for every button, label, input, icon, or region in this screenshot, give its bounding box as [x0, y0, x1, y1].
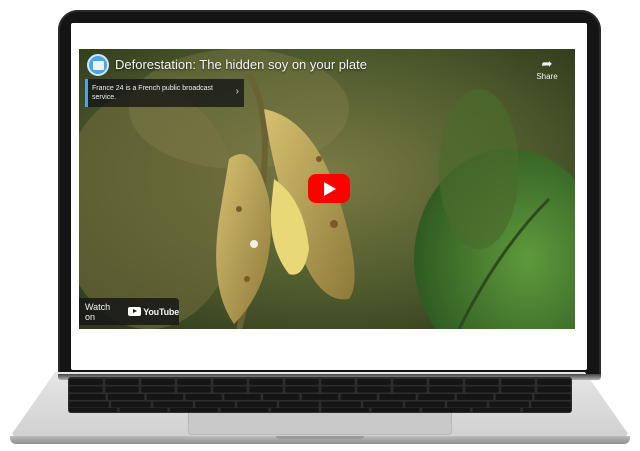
keyboard-key: [321, 386, 355, 393]
watch-on-youtube-button[interactable]: Watch on YouTube: [79, 298, 179, 325]
keyboard-key: [141, 386, 175, 393]
keyboard-key: [456, 394, 494, 400]
keyboard-key: [249, 386, 283, 393]
keyboard-key: [213, 386, 247, 393]
keyboard-key: [177, 379, 211, 385]
youtube-wordmark: YouTube: [143, 306, 179, 317]
share-label: Share: [536, 72, 558, 81]
keyboard-key: [429, 386, 463, 393]
share-button[interactable]: ➦ Share: [533, 56, 561, 82]
keyboard-key: [153, 401, 193, 408]
keyboard-key: [69, 379, 103, 385]
keyboard-key: [237, 401, 277, 408]
keyboard-key: [69, 394, 106, 400]
video-title[interactable]: Deforestation: The hidden soy on your pl…: [115, 57, 367, 72]
chevron-right-icon: ›: [235, 86, 239, 97]
keyboard-key: [393, 386, 427, 393]
keyboard-key: [213, 379, 247, 385]
keyboard-key: [107, 394, 145, 400]
keyboard-key: [301, 394, 339, 400]
laptop-screen: Deforestation: The hidden soy on your pl…: [71, 23, 587, 370]
keyboard-key: [220, 408, 269, 412]
watch-on-label: Watch on: [85, 301, 111, 322]
france24-logo-icon[interactable]: [87, 54, 109, 76]
keyboard-key: [224, 394, 261, 400]
keyboard-key: [285, 379, 319, 385]
keyboard-key: [321, 401, 361, 408]
keyboard-key: [111, 401, 151, 408]
keyboard-key: [357, 386, 391, 393]
laptop-notch: [276, 436, 364, 439]
keyboard: [68, 377, 572, 413]
keyboard-key: [495, 394, 533, 400]
keyboard-key: [321, 408, 370, 412]
keyboard-key: [195, 401, 235, 408]
keyboard-key: [465, 379, 499, 385]
keyboard-key: [501, 379, 535, 385]
keyboard-key: [537, 386, 571, 393]
share-arrow-icon: ➦: [541, 56, 553, 71]
keyboard-key: [371, 408, 420, 412]
keyboard-key: [534, 394, 571, 400]
keyboard-key: [522, 408, 571, 412]
keyboard-key: [69, 408, 118, 412]
youtube-logo-icon: YouTube: [128, 307, 179, 317]
keyboard-key: [146, 394, 184, 400]
keyboard-key: [501, 386, 535, 393]
keyboard-key: [357, 379, 391, 385]
keyboard-key: [263, 394, 300, 400]
keyboard-key: [537, 379, 571, 385]
keyboard-key: [185, 394, 222, 400]
keyboard-key: [141, 379, 175, 385]
keyboard-key: [170, 408, 218, 412]
play-icon: [324, 182, 336, 196]
keyboard-key: [321, 379, 355, 385]
keyboard-key: [422, 408, 470, 412]
keyboard-key: [270, 408, 319, 412]
keyboard-key: [119, 408, 168, 412]
keyboard-key: [340, 394, 377, 400]
keyboard-key: [393, 379, 427, 385]
keyboard-key: [69, 401, 109, 408]
keyboard-key: [418, 394, 455, 400]
keyboard-key: [489, 401, 529, 408]
keyboard-key: [177, 386, 211, 393]
keyboard-key: [249, 379, 283, 385]
laptop-lid: Deforestation: The hidden soy on your pl…: [58, 10, 601, 377]
keyboard-key: [405, 401, 445, 408]
keyboard-key: [447, 401, 487, 408]
play-button[interactable]: [308, 174, 350, 203]
info-panel-text: France 24 is a French public broadcast s…: [92, 85, 214, 101]
youtube-embed-player[interactable]: Deforestation: The hidden soy on your pl…: [79, 49, 575, 329]
keyboard-key: [279, 401, 319, 408]
keyboard-key: [465, 386, 499, 393]
trackpad: [188, 413, 452, 435]
info-panel[interactable]: France 24 is a French public broadcast s…: [85, 79, 244, 107]
keyboard-key: [429, 379, 463, 385]
keyboard-key: [105, 386, 139, 393]
keyboard-key: [531, 401, 571, 408]
keyboard-key: [105, 379, 139, 385]
keyboard-key: [379, 394, 416, 400]
keyboard-key: [472, 408, 521, 412]
keyboard-key: [363, 401, 403, 408]
keyboard-key: [69, 386, 103, 393]
keyboard-key: [285, 386, 319, 393]
